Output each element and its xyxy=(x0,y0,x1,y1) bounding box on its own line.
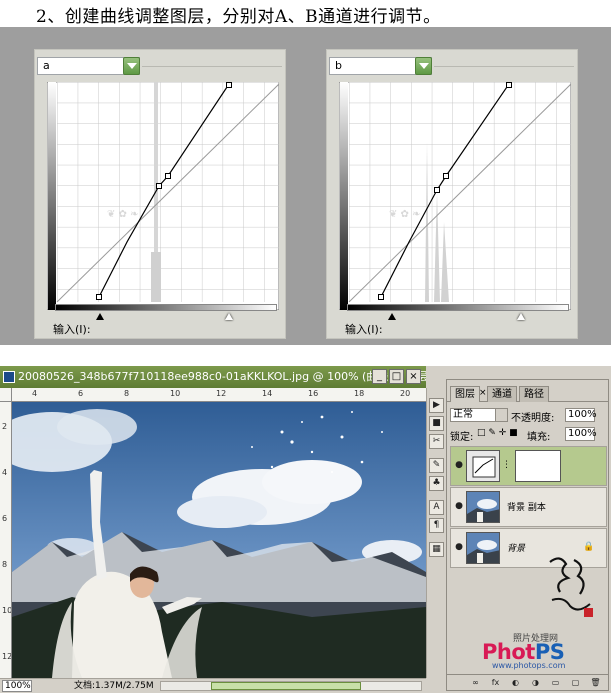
layer-comps-button[interactable]: ▦ xyxy=(429,542,444,557)
ruler-tick: 20 xyxy=(400,389,411,398)
input-label: 输入(I): xyxy=(53,323,91,336)
curves-panel-b: b ❦ ✿ ❧ 输入(I): xyxy=(326,49,578,339)
ruler-tick: 18 xyxy=(354,389,365,398)
channel-dropdown-a[interactable]: a xyxy=(37,57,140,75)
ruler-tick: 10 xyxy=(2,606,12,615)
clone-button[interactable]: ♣ xyxy=(429,476,444,491)
ruler-horizontal: 4 6 8 10 12 14 16 18 20 xyxy=(12,388,426,402)
calligraphy-signature xyxy=(549,557,593,617)
close-icon[interactable]: × xyxy=(479,388,487,398)
channel-dropdown-value: b xyxy=(335,59,342,72)
opacity-field[interactable]: 100% xyxy=(565,408,597,422)
add-mask-icon[interactable]: ◐ xyxy=(509,677,522,689)
new-adjustment-layer-icon[interactable]: ◑ xyxy=(529,677,542,689)
layer-name: 背景 xyxy=(507,544,526,554)
document-title-bar[interactable]: 20080526_348b677f710118ee988c0-01aKKLKOL… xyxy=(0,366,426,388)
svg-text:❦ ✿ ❧: ❦ ✿ ❧ xyxy=(389,209,421,220)
document-canvas[interactable] xyxy=(12,402,426,678)
chevron-down-icon[interactable] xyxy=(123,57,140,75)
svg-text:❦ ✿ ❧: ❦ ✿ ❧ xyxy=(107,209,139,220)
new-layer-icon[interactable]: ▢ xyxy=(569,677,582,689)
white-point-slider[interactable] xyxy=(225,313,233,320)
curves-panel-a: a ❦ ✿ ❧ 输入(I): xyxy=(34,49,286,339)
zoom-field[interactable]: 100% xyxy=(2,680,32,692)
fill-label: 填充: xyxy=(527,432,551,443)
ruler-tick: 12 xyxy=(216,389,227,398)
ruler-corner xyxy=(0,388,12,402)
output-gradient-bar xyxy=(55,304,277,311)
history-button[interactable]: ▶ xyxy=(429,398,444,413)
divider xyxy=(142,66,282,67)
white-point-slider[interactable] xyxy=(517,313,525,320)
input-label: 输入(I): xyxy=(345,323,383,336)
layer-thumbnail xyxy=(466,532,500,564)
curve-graph-a[interactable]: ❦ ✿ ❧ xyxy=(47,82,279,310)
channel-dropdown-b[interactable]: b xyxy=(329,57,432,75)
brand-url: www.photops.com xyxy=(492,661,566,670)
ruler-tick: 6 xyxy=(78,389,84,398)
lock-icons[interactable]: □ ✎ ✛ ■ xyxy=(477,428,518,438)
new-group-icon[interactable]: ▭ xyxy=(549,677,562,689)
layer-mask-thumbnail[interactable] xyxy=(515,450,561,482)
trash-icon[interactable]: 🗑 xyxy=(589,677,602,689)
ruler-tick: 2 xyxy=(2,422,8,431)
blend-mode-select[interactable]: 正常 xyxy=(450,408,508,422)
ruler-tick: 12 xyxy=(2,652,12,661)
tab-channels[interactable]: 通道 xyxy=(487,386,517,402)
close-button[interactable]: × xyxy=(406,369,421,384)
layer-name: 背景 副本 xyxy=(507,503,546,513)
brush-button[interactable]: ✎ xyxy=(429,458,444,473)
minimize-button[interactable]: _ xyxy=(372,369,387,384)
ruler-tick: 4 xyxy=(2,468,8,477)
layer-row-background-copy[interactable]: ● 背景 副本 xyxy=(450,487,607,527)
fill-field[interactable]: 100% xyxy=(565,427,597,441)
eye-icon[interactable]: ● xyxy=(453,460,465,472)
layer-row-curves[interactable]: ● ⋮ xyxy=(450,446,607,486)
tab-paths[interactable]: 路径 xyxy=(519,386,549,402)
link-layers-icon[interactable]: ∞ xyxy=(469,677,482,689)
tools-button[interactable]: ✂ xyxy=(429,434,444,449)
opacity-label: 不透明度: xyxy=(511,413,555,424)
horizontal-scrollbar[interactable] xyxy=(160,681,422,691)
chevron-down-icon[interactable] xyxy=(415,57,432,75)
ruler-tick: 8 xyxy=(2,560,8,569)
photoshop-icon xyxy=(3,371,15,383)
black-point-slider[interactable] xyxy=(96,313,104,320)
channel-dropdown-value: a xyxy=(43,59,50,72)
lock-icon: 🔒 xyxy=(583,542,595,552)
divider xyxy=(434,66,574,67)
ruler-tick: 16 xyxy=(308,389,319,398)
paragraph-button[interactable]: ¶ xyxy=(429,518,444,533)
eye-icon[interactable]: ● xyxy=(453,501,465,513)
ruler-tick: 4 xyxy=(32,389,38,398)
lock-label: 锁定: xyxy=(450,432,474,443)
curve-graph-b[interactable]: ❦ ✿ ❧ xyxy=(339,82,571,310)
ruler-tick: 10 xyxy=(170,389,181,398)
eye-icon[interactable]: ● xyxy=(453,542,465,554)
layer-style-icon[interactable]: fx xyxy=(489,677,502,689)
scrollbar-thumb[interactable] xyxy=(211,682,361,690)
ruler-vertical: 2 4 6 8 10 12 xyxy=(0,402,12,678)
panel-tabs: 图层 × 通道 路径 xyxy=(447,386,608,402)
black-point-slider[interactable] xyxy=(388,313,396,320)
actions-button[interactable]: ■ xyxy=(429,416,444,431)
layer-thumbnail xyxy=(466,491,500,523)
ruler-tick: 6 xyxy=(2,514,8,523)
dock-tool-strip: ▶ ■ ✂ ✎ ♣ A ¶ ▦ xyxy=(426,388,446,678)
layers-footer: ∞ fx ◐ ◑ ▭ ▢ 🗑 xyxy=(447,674,608,690)
curves-adjustment-icon xyxy=(466,450,500,482)
ruler-tick: 8 xyxy=(124,389,130,398)
instruction-text: 2、创建曲线调整图层，分别对A、B通道进行调节。 xyxy=(36,7,441,27)
ruler-tick: 14 xyxy=(262,389,273,398)
chain-icon: ⋮ xyxy=(502,460,511,470)
character-button[interactable]: A xyxy=(429,500,444,515)
tab-layers[interactable]: 图层 xyxy=(450,386,480,402)
document-title: 20080526_348b677f710118ee988c0-01aKKLKOL… xyxy=(18,370,426,383)
status-bar: 100% 文档:1.37M/2.75M xyxy=(0,678,426,693)
output-gradient-bar xyxy=(347,304,569,311)
document-size: 文档:1.37M/2.75M xyxy=(74,681,154,691)
maximize-button[interactable]: □ xyxy=(389,369,404,384)
